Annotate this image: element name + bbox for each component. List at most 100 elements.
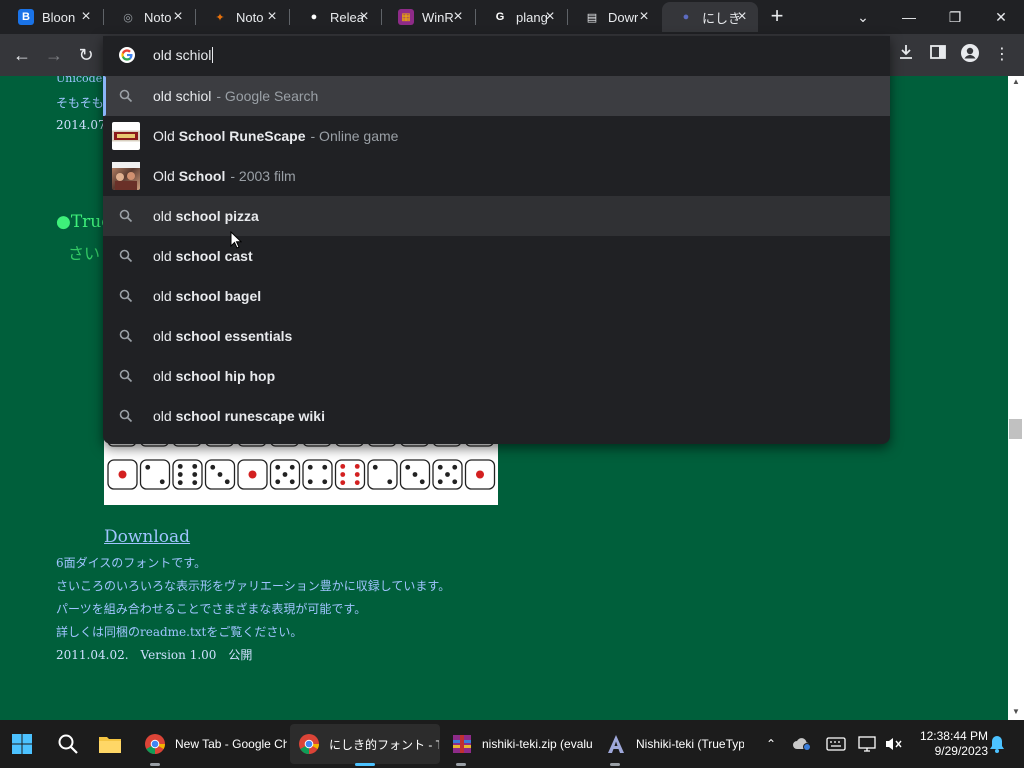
- running-indicator: [150, 763, 160, 766]
- close-tab-icon[interactable]: ×: [542, 9, 558, 25]
- profile-avatar-icon[interactable]: [958, 43, 982, 67]
- close-tab-icon[interactable]: ×: [636, 9, 652, 25]
- font-section-subheading: さい: [68, 244, 101, 263]
- chevron-up-icon[interactable]: ⌃: [760, 720, 782, 768]
- search-icon[interactable]: [54, 720, 82, 768]
- scroll-up-arrow-icon[interactable]: ▲: [1008, 76, 1024, 88]
- suggestion-match-bold: school runescape wiki: [175, 408, 325, 424]
- suggestion-text: old: [153, 288, 176, 304]
- keyboard-icon[interactable]: [824, 720, 848, 768]
- system-clock[interactable]: 12:38:44 PM 9/29/2023: [908, 729, 988, 759]
- suggestion-match-bold: school bagel: [175, 288, 262, 304]
- forward-button[interactable]: →: [42, 43, 66, 67]
- dice-font-sample-image: [104, 438, 498, 505]
- omnibox-suggestion[interactable]: old schiol - Google Search: [103, 76, 890, 116]
- winrar-icon: ▦: [398, 9, 414, 25]
- omnibox-suggestion[interactable]: old school hip hop: [103, 356, 890, 396]
- scroll-down-arrow-icon[interactable]: ▼: [1008, 706, 1024, 718]
- omnibox-suggestion[interactable]: old school bagel: [103, 276, 890, 316]
- taskbar-window-label: New Tab - Google Ch: [175, 737, 287, 751]
- display-icon[interactable]: [856, 720, 878, 768]
- omnibox-suggestion[interactable]: old school essentials: [103, 316, 890, 356]
- suggestion-description: - Google Search: [216, 88, 319, 104]
- clock-time: 12:38:44 PM: [919, 729, 988, 743]
- taskbar-window-new-tab[interactable]: New Tab - Google Ch: [175, 720, 287, 768]
- suggestion-match-bold: school cast: [175, 248, 253, 264]
- taskbar-window-winrar[interactable]: nishiki-teki.zip (evalu: [482, 720, 596, 768]
- close-tab-icon[interactable]: ×: [450, 9, 466, 25]
- back-button[interactable]: ←: [10, 43, 34, 67]
- globe-icon: ◎: [123, 11, 133, 24]
- chrome-icon[interactable]: [296, 720, 322, 768]
- address-bar[interactable]: old schiol: [103, 36, 890, 74]
- taskbar-window-font-viewer[interactable]: Nishiki-teki (TrueTyp: [636, 720, 744, 768]
- taskbar-window-label: nishiki-teki.zip (evalu: [482, 737, 593, 751]
- omnibox-suggestion[interactable]: old school cast: [103, 236, 890, 276]
- page-date: 2014.07.: [56, 118, 110, 132]
- suggestion-label: old school bagel: [153, 288, 261, 304]
- new-tab-button[interactable]: +: [766, 5, 788, 28]
- tab[interactable]: ▤ Dowr ×: [568, 2, 660, 32]
- download-icon[interactable]: [894, 43, 918, 67]
- active-indicator: [355, 763, 375, 766]
- page-scrollbar[interactable]: ▲ ▼: [1008, 76, 1024, 720]
- taskbar-window-label: にしき的フォント - TYPV: [329, 737, 439, 752]
- close-tab-icon[interactable]: ×: [734, 9, 750, 25]
- taskbar-window-nishiki-font[interactable]: にしき的フォント - TYPV: [329, 720, 439, 768]
- suggestion-text: old: [153, 208, 176, 224]
- close-tab-icon[interactable]: ×: [78, 9, 94, 25]
- suggestion-text: Old: [153, 128, 179, 144]
- running-indicator: [456, 763, 466, 766]
- running-indicator: [610, 763, 620, 766]
- reload-button[interactable]: ↻: [74, 43, 98, 67]
- chrome-menu-icon[interactable]: ⋮: [990, 43, 1014, 67]
- volume-muted-icon[interactable]: [882, 720, 906, 768]
- old-school-film-poster-thumbnail: [112, 162, 140, 190]
- omnibox-suggestion[interactable]: Old School - 2003 film: [103, 156, 890, 196]
- restore-button[interactable]: ❐: [932, 0, 978, 34]
- minimize-button[interactable]: —: [886, 0, 932, 34]
- close-tab-icon[interactable]: ×: [170, 9, 186, 25]
- chrome-icon[interactable]: [142, 720, 168, 768]
- close-tab-icon[interactable]: ×: [356, 9, 372, 25]
- description-text: さいころのいろいろな表示形をヴァリエーション豊かに収録しています。: [56, 579, 451, 593]
- tab[interactable]: ● Relea ×: [290, 2, 380, 32]
- tab[interactable]: ● にしき ×: [662, 2, 758, 32]
- suggestion-label: old school essentials: [153, 328, 292, 344]
- tab[interactable]: B Bloon ×: [2, 2, 102, 32]
- winrar-icon[interactable]: [450, 720, 474, 768]
- tab[interactable]: ◎ Noto ×: [104, 2, 194, 32]
- search-icon: [119, 329, 133, 343]
- omnibox-suggestion[interactable]: old school pizza: [103, 196, 890, 236]
- download-link[interactable]: Download: [104, 527, 190, 547]
- search-icon: [119, 89, 133, 103]
- description-text: パーツを組み合わせることでさまざまな表現が可能です。: [56, 602, 367, 616]
- omnibox-suggestion[interactable]: old school runescape wiki: [103, 396, 890, 436]
- scrollbar-thumb[interactable]: [1009, 419, 1022, 439]
- notification-bell-icon[interactable]: [986, 720, 1008, 768]
- google-g-icon: [119, 47, 135, 63]
- suggestion-text: old: [153, 368, 176, 384]
- suggestion-text: Old: [153, 168, 179, 184]
- suggestion-label: old school cast: [153, 248, 253, 264]
- omnibox-dropdown: old schiol old schiol - Google Search Old …: [103, 36, 890, 444]
- close-tab-icon[interactable]: ×: [264, 9, 280, 25]
- font-viewer-icon[interactable]: [604, 720, 628, 768]
- close-window-button[interactable]: ✕: [978, 0, 1024, 34]
- tab[interactable]: ▦ WinR ×: [382, 2, 474, 32]
- onedrive-sync-icon[interactable]: [790, 720, 814, 768]
- tab-strip: + ⌄ — ❐ ✕ B Bloon × ◎ Noto × ✦ Noto × ● Relea × ▦ Win…: [0, 0, 1024, 34]
- tab[interactable]: Gplang ×: [476, 2, 566, 32]
- google-icon: G: [495, 11, 505, 23]
- search-icon: [119, 409, 133, 423]
- clock-date: 9/29/2023: [934, 744, 988, 758]
- file-explorer-icon[interactable]: [96, 720, 124, 768]
- windows-start-icon[interactable]: [8, 720, 36, 768]
- tab[interactable]: ✦ Noto ×: [196, 2, 288, 32]
- address-bar-input[interactable]: old schiol: [153, 47, 214, 63]
- selected-suggestion-indicator: [103, 76, 106, 116]
- omnibox-suggestion[interactable]: Old School RuneScape - Online game: [103, 116, 890, 156]
- tab-search-chevron-icon[interactable]: ⌄: [840, 0, 886, 34]
- b-logo-icon: B: [18, 9, 34, 25]
- side-panel-icon[interactable]: [926, 43, 950, 67]
